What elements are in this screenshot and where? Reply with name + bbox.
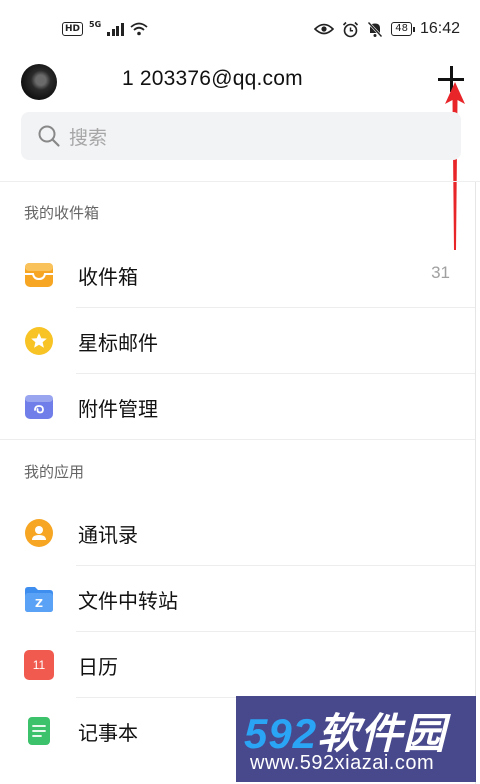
annotation-arrow: [445, 82, 465, 250]
list-item-file-transfer[interactable]: Z 文件中转站: [0, 566, 476, 632]
wifi-icon: [130, 22, 148, 36]
calendar-icon: 11: [24, 650, 54, 680]
inbox-icon: [25, 263, 53, 287]
list-item-attachments[interactable]: 附件管理: [0, 374, 476, 440]
status-right: 48 16:42: [314, 20, 460, 38]
list-item-label: 日历: [78, 655, 118, 679]
divider: [0, 181, 480, 182]
divider: [0, 439, 476, 440]
contacts-icon: [25, 519, 53, 547]
hd-badge: HD: [62, 22, 84, 36]
unread-count: 31: [431, 263, 450, 282]
section-title-mailbox: 我的收件箱: [24, 204, 100, 222]
eye-icon: [314, 23, 335, 35]
watermark-number: 592: [244, 710, 318, 757]
scroll-edge: [475, 182, 476, 784]
status-left: HD 5G: [62, 19, 148, 36]
list-item-starred[interactable]: 星标邮件: [0, 308, 476, 374]
list-item-label: 文件中转站: [78, 589, 178, 613]
list-item-inbox[interactable]: 收件箱 31: [0, 242, 476, 308]
search-bar[interactable]: 搜索: [21, 112, 461, 160]
network-type: 5G: [89, 19, 102, 29]
avatar[interactable]: [21, 64, 57, 100]
alarm-icon: [343, 21, 359, 37]
list-item-contacts[interactable]: 通讯录: [0, 500, 476, 566]
battery-indicator: 48: [391, 22, 415, 36]
status-time: 16:42: [419, 20, 460, 37]
star-icon: [25, 327, 53, 355]
list-item-label: 星标邮件: [78, 331, 158, 355]
mail-header: 1 203376@qq.com: [0, 58, 480, 108]
calendar-day: 11: [32, 658, 46, 672]
list-item-label: 收件箱: [78, 265, 138, 289]
watermark-url: www.592xiazai.com: [250, 752, 435, 774]
list-item-label: 附件管理: [78, 397, 158, 421]
search-icon: [38, 125, 60, 147]
signal-icon: [107, 22, 124, 36]
svg-text:Z: Z: [35, 597, 43, 610]
list-item-label: 通讯录: [78, 523, 138, 547]
mute-bell-icon: [367, 21, 383, 37]
watermark-text: 软件园: [317, 710, 447, 757]
account-email[interactable]: 1 203376@qq.com: [122, 67, 303, 91]
attachment-icon: [25, 395, 53, 419]
watermark: 592软件园 www.592xiazai.com: [236, 696, 476, 782]
folder-icon: Z: [25, 587, 53, 612]
notepad-icon: [28, 717, 50, 745]
section-title-apps: 我的应用: [24, 463, 85, 481]
search-placeholder: 搜索: [69, 126, 108, 149]
list-item-calendar[interactable]: 11 日历: [0, 632, 476, 698]
status-bar: HD 5G 48 16:42: [0, 0, 480, 58]
list-item-label: 记事本: [78, 721, 138, 745]
